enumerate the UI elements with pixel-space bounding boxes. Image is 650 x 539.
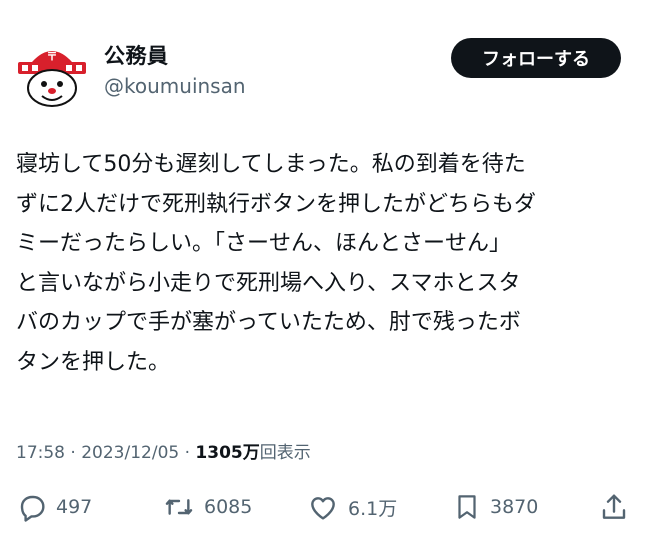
like-count: 6.1万 [348,497,398,520]
views-count: 1305万 [195,443,260,463]
svg-text:〒: 〒 [47,50,58,63]
bookmark-icon [458,495,476,519]
tweet-line: タンを押した。 [16,349,171,375]
tweet-line: 寝坊して50分も遅刻してしまった。私の到着を待た [16,152,526,177]
avatar[interactable]: 〒 [14,36,90,112]
repost-count: 6085 [204,496,253,518]
tweet-line: と言いながら小走りで死刑場へ入り、スマホとスタ [16,270,521,296]
bookmark-button[interactable]: 3870 [452,487,538,527]
follow-button[interactable]: フォローする [451,38,621,78]
repost-icon [165,499,193,515]
share-icon [602,494,626,519]
tweet-metadata: 17:58 · 2023/12/05 · 1305万回表示 [16,438,311,463]
tweet-text: 寝坊して50分も遅刻してしまった。私の到着を待た ずに2人だけで死刑執行ボタンを… [16,145,636,383]
timestamp-time[interactable]: 17:58 [16,443,65,463]
share-button[interactable] [598,487,630,527]
heart-icon [311,497,335,520]
user-handle[interactable]: @koumuinsan [104,74,246,98]
views-label: 回表示 [259,443,311,463]
reply-button[interactable]: 497 [16,487,92,527]
tweet-line: ずに2人だけで死刑執行ボタンを押したがどちらもダ [16,191,536,217]
like-button[interactable]: 6.1万 [306,487,397,527]
repost-button[interactable]: 6085 [162,487,252,527]
tweet-line: ミーだったらしい。「さーせん、ほんとさーせん」 [16,231,512,257]
mascot-avatar-icon: 〒 [14,36,90,112]
timestamp-date[interactable]: 2023/12/05 [81,443,179,463]
display-name[interactable]: 公務員 [104,40,169,70]
meta-separator: · [179,443,196,463]
bookmark-count: 3870 [490,496,539,518]
reply-count: 497 [56,496,93,518]
meta-separator: · [65,443,82,463]
tweet-line: バのカップで手が塞がっていたため、肘で残ったボ [16,310,521,336]
action-bar: 497 6085 6.1万 3870 [0,487,650,527]
reply-icon [20,495,45,522]
